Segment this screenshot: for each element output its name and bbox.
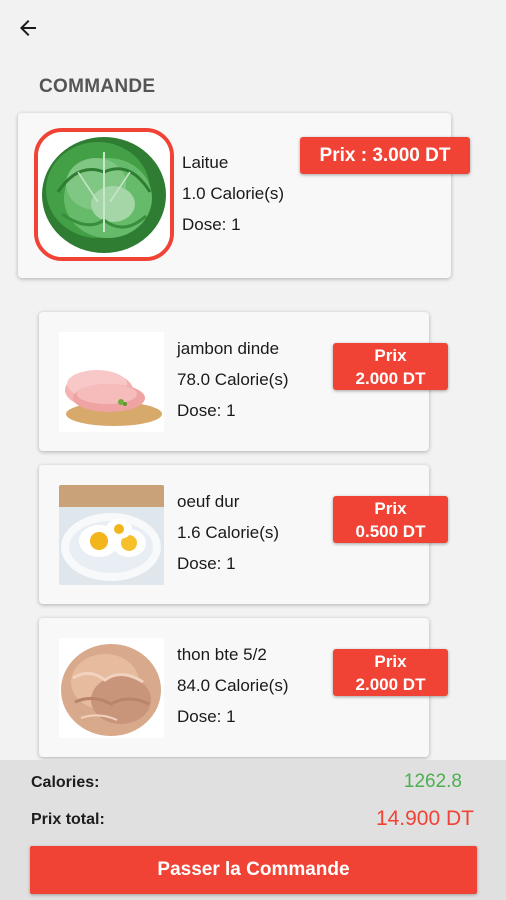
list-item[interactable]: oeuf dur 1.6 Calorie(s) Dose: 1 Prix 0.5… [39,465,448,604]
tuna-image [59,638,164,738]
lettuce-image [34,128,174,261]
item-info: jambon dinde 78.0 Calorie(s) Dose: 1 [177,333,289,426]
total-price-label: Prix total: [31,811,105,828]
item-dose: Dose: 1 [182,215,241,234]
price-value: 0.500 DT [355,521,426,541]
price-label: Prix [374,498,407,518]
order-screen: COMMANDE Laitue 1.0 Calorie(s) Dose: 1 P… [0,0,506,900]
total-price-value: 14.900 DT [375,807,474,830]
item-dose: Dose: 1 [177,707,236,726]
boiled-eggs-image [59,485,164,585]
arrow-left-icon [20,20,36,36]
item-name: Laitue [182,153,229,172]
place-order-button[interactable]: Passer la Commande [30,846,477,894]
item-calories: 78.0 Calorie(s) [177,370,289,389]
item-name: jambon dinde [177,339,280,358]
main-item-info: Laitue 1.0 Calorie(s) Dose: 1 [182,147,284,240]
list-item[interactable]: thon bte 5/2 84.0 Calorie(s) Dose: 1 Pri… [39,618,448,757]
section-title: COMMANDE [39,76,156,97]
price-label: Prix [374,651,407,671]
price-badge: Prix 0.500 DT [333,496,448,543]
item-calories: 1.6 Calorie(s) [177,523,280,542]
back-button[interactable] [12,12,44,44]
item-info: oeuf dur 1.6 Calorie(s) Dose: 1 [177,486,279,579]
price-badge: Prix 2.000 DT [333,343,448,390]
price-label: Prix [374,345,407,365]
price-value: 2.000 DT [355,368,426,388]
item-name: thon bte 5/2 [177,645,267,664]
item-name: oeuf dur [177,492,240,511]
item-dose: Dose: 1 [177,554,236,573]
price-badge: Prix : 3.000 DT [300,137,470,174]
item-dose: Dose: 1 [177,401,236,420]
calories-label: Calories: [31,774,100,791]
price-value: 2.000 DT [355,674,426,694]
item-calories: 84.0 Calorie(s) [177,676,289,695]
item-calories: 1.0 Calorie(s) [182,184,285,203]
item-info: thon bte 5/2 84.0 Calorie(s) Dose: 1 [177,639,289,732]
list-item[interactable]: jambon dinde 78.0 Calorie(s) Dose: 1 Pri… [39,312,448,451]
order-summary: Calories: 1262.8 Prix total: 14.900 DT P… [0,760,506,900]
price-badge: Prix 2.000 DT [333,649,448,696]
ham-slices-image [59,332,164,432]
main-item-card[interactable]: Laitue 1.0 Calorie(s) Dose: 1 Prix : 3.0… [18,113,470,278]
calories-value: 1262.8 [403,771,462,792]
